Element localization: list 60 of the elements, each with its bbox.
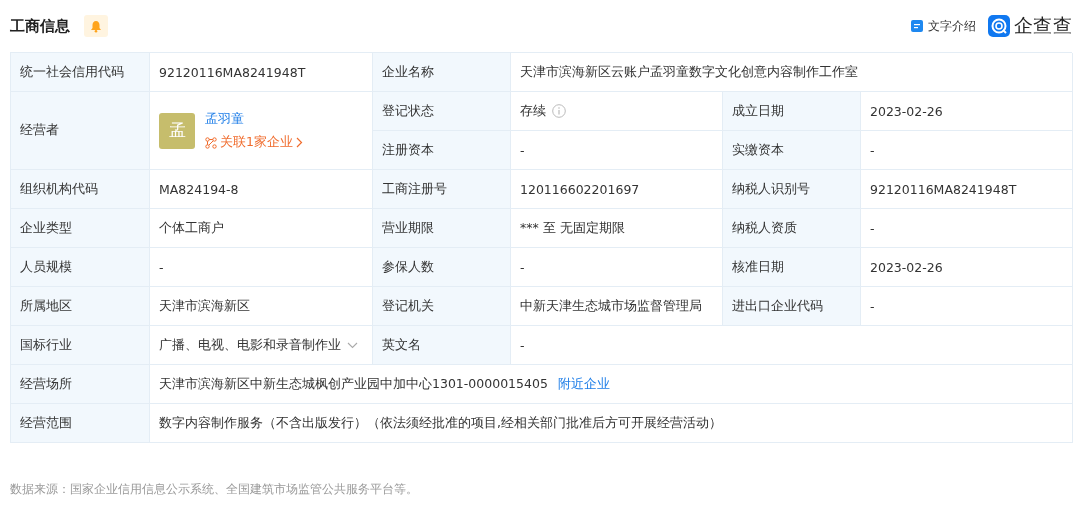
data-source-note: 数据来源：国家企业信用信息公示系统、全国建筑市场监管公共服务平台等。 <box>10 481 419 498</box>
field-label: 成立日期 <box>723 92 861 131</box>
field-label: 国标行业 <box>11 326 150 365</box>
field-value: 个体工商户 <box>159 219 224 237</box>
field-value: - <box>520 142 525 158</box>
field-value: 92120116MA8241948T <box>870 181 1017 197</box>
info-icon[interactable] <box>552 104 566 118</box>
field-value: 数字内容制作服务（不含出版发行）（依法须经批准的项目,经相关部门批准后方可开展经营活动） <box>159 414 722 432</box>
field-value: 92120116MA8241948T <box>159 64 306 80</box>
section-title: 工商信息 <box>10 16 70 36</box>
field-value: - <box>520 259 525 275</box>
field-value: 中新天津生态城市场监督管理局 <box>520 297 702 315</box>
field-value: - <box>870 142 875 158</box>
field-value: - <box>159 259 164 275</box>
field-label: 进出口企业代码 <box>723 287 861 326</box>
field-label: 组织机构代码 <box>11 170 150 209</box>
field-label: 营业期限 <box>373 209 511 248</box>
chevron-right-icon <box>295 137 303 148</box>
field-label: 登记机关 <box>373 287 511 326</box>
text-intro-button[interactable]: 文字介绍 <box>910 17 976 35</box>
field-label: 企业类型 <box>11 209 150 248</box>
person-link[interactable]: 孟羽童 <box>205 110 303 128</box>
field-value: 120116602201697 <box>520 181 640 197</box>
field-label: 经营场所 <box>11 365 150 404</box>
field-value: - <box>870 298 875 314</box>
logo-text: 企查查 <box>1013 13 1072 38</box>
field-value: MA824194-8 <box>159 181 239 197</box>
nearby-link[interactable]: 附近企业 <box>557 375 610 393</box>
field-value: 天津市滨海新区中新生态城枫创产业园中加中心1301-0000015405 <box>159 375 548 393</box>
field-label: 参保人数 <box>373 248 511 287</box>
field-label: 纳税人识别号 <box>723 170 861 209</box>
field-value: - <box>520 337 525 353</box>
field-value: - <box>870 220 875 236</box>
field-value: *** 至 无固定期限 <box>520 219 625 237</box>
field-label: 人员规模 <box>11 248 150 287</box>
document-icon <box>910 20 923 32</box>
related-companies-link[interactable]: 关联1家企业 <box>205 134 303 151</box>
field-value: 天津市滨海新区 <box>159 297 250 315</box>
field-label: 统一社会信用代码 <box>11 53 150 92</box>
field-value: 存续 <box>520 102 546 120</box>
field-label: 纳税人资质 <box>723 209 861 248</box>
bell-icon[interactable] <box>84 15 108 37</box>
field-label: 核准日期 <box>723 248 861 287</box>
field-label: 所属地区 <box>11 287 150 326</box>
field-label: 经营者 <box>11 92 150 170</box>
field-value: 2023-02-26 <box>870 103 943 119</box>
avatar: 孟 <box>159 112 195 149</box>
field-label: 工商注册号 <box>373 170 511 209</box>
network-icon <box>205 136 217 149</box>
chevron-down-icon[interactable] <box>347 341 358 349</box>
field-value: 2023-02-26 <box>870 259 943 275</box>
field-value: 广播、电视、电影和录音制作业 <box>159 336 341 354</box>
field-label: 实缴资本 <box>723 131 861 170</box>
field-value: 天津市滨海新区云账户孟羽童数字文化创意内容制作工作室 <box>520 63 858 81</box>
field-label: 登记状态 <box>373 92 511 131</box>
field-label: 英文名 <box>373 326 511 365</box>
field-label: 注册资本 <box>373 131 511 170</box>
logo-icon <box>987 15 1010 37</box>
field-label: 企业名称 <box>373 53 511 92</box>
field-label: 经营范围 <box>11 404 150 443</box>
